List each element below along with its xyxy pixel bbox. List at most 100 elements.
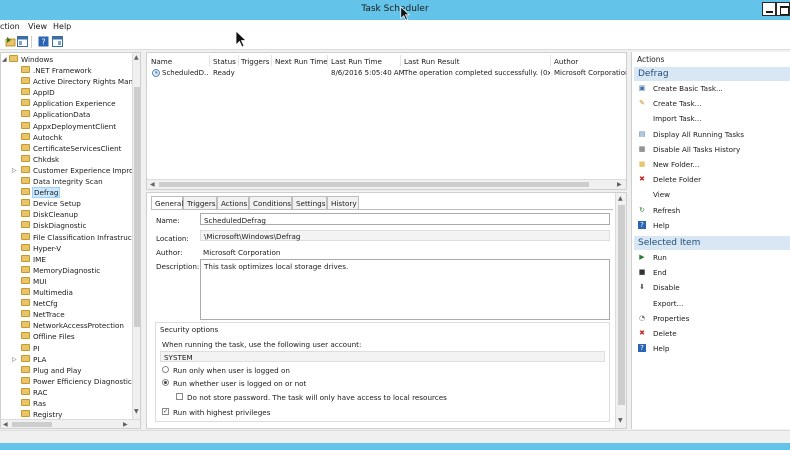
back-icon[interactable]: [5, 36, 16, 47]
run-highest-privileges-label[interactable]: Run with highest privileges: [173, 408, 270, 417]
tree-item[interactable]: Data Integrity Scan: [1, 176, 132, 187]
task-list-horizontal-scrollbar[interactable]: ◀ ▶: [147, 179, 626, 189]
menu-help[interactable]: Help: [53, 22, 71, 31]
action-item[interactable]: ▶ Run: [636, 251, 790, 264]
column-header-triggers[interactable]: Triggers: [241, 57, 270, 66]
scroll-up-arrow-icon[interactable]: ▲: [134, 54, 139, 61]
tab-conditions[interactable]: Conditions: [249, 196, 292, 209]
tab-settings[interactable]: Settings: [292, 196, 327, 209]
run-highest-privileges-checkbox[interactable]: ✓: [162, 408, 169, 415]
expand-arrow-icon[interactable]: ▷: [12, 167, 17, 174]
tree-item[interactable]: AppxDeploymentClient: [1, 121, 132, 132]
tab-triggers[interactable]: Triggers: [183, 196, 217, 209]
scroll-right-arrow-icon[interactable]: ▶: [123, 421, 128, 428]
action-item[interactable]: ⬇ Disable: [636, 281, 790, 294]
minimize-button[interactable]: [762, 2, 776, 16]
do-not-store-password-checkbox[interactable]: [176, 393, 183, 400]
run-only-logged-on-radio[interactable]: [162, 366, 169, 373]
tree-item[interactable]: NetworkAccessProtection: [1, 320, 132, 331]
tree-item[interactable]: NetTrace: [1, 309, 132, 320]
tab-history[interactable]: History: [327, 196, 359, 209]
tab-general[interactable]: General: [151, 196, 183, 210]
column-header-last-run-result[interactable]: Last Run Result: [404, 57, 460, 66]
action-item[interactable]: ? Help: [636, 342, 790, 355]
column-divider[interactable]: [238, 55, 239, 66]
scroll-left-arrow-icon[interactable]: ◀: [150, 181, 155, 188]
tree-item[interactable]: ▷ Customer Experience Improve: [1, 165, 132, 176]
tree-horizontal-scrollbar[interactable]: ◀ ▶: [1, 419, 140, 428]
action-item[interactable]: ◔ Properties: [636, 312, 790, 325]
tree-item[interactable]: ApplicationData: [1, 109, 132, 120]
scroll-up-arrow-icon[interactable]: ▲: [618, 195, 623, 202]
tree-item[interactable]: Offline Files: [1, 331, 132, 342]
action-item[interactable]: View: [636, 188, 790, 201]
action-item[interactable]: ? Help: [636, 219, 790, 232]
column-divider[interactable]: [271, 55, 272, 66]
tree-item[interactable]: AppID: [1, 87, 132, 98]
tree-item-root[interactable]: ◢ Windows: [1, 54, 132, 65]
tree-item[interactable]: PI: [1, 343, 132, 354]
scroll-left-arrow-icon[interactable]: ◀: [3, 421, 8, 428]
column-divider[interactable]: [209, 55, 210, 66]
tree-item[interactable]: Active Directory Rights Manag: [1, 76, 132, 87]
tree-item[interactable]: MemoryDiagnostic: [1, 265, 132, 276]
actions-section-defrag[interactable]: Defrag: [634, 67, 790, 81]
tree-item[interactable]: .NET Framework: [1, 65, 132, 76]
tree-item[interactable]: Ras: [1, 398, 132, 409]
maximize-button[interactable]: [776, 2, 790, 16]
name-field[interactable]: ScheduledDefrag: [200, 213, 610, 225]
scroll-down-arrow-icon[interactable]: ▼: [134, 408, 139, 415]
column-header-next-run-time[interactable]: Next Run Time: [275, 57, 328, 66]
tree-item[interactable]: CertificateServicesClient: [1, 143, 132, 154]
column-header-author[interactable]: Author: [554, 57, 578, 66]
help-icon[interactable]: ?: [38, 36, 49, 47]
actions-section-selected-item[interactable]: Selected Item: [634, 236, 790, 250]
tree-item[interactable]: Power Efficiency Diagnostics: [1, 376, 132, 387]
tree-item[interactable]: Chkdsk: [1, 154, 132, 165]
action-item[interactable]: ↻ Refresh: [636, 204, 790, 217]
show-hide-console-tree-icon[interactable]: [17, 36, 28, 47]
scroll-thumb[interactable]: [159, 182, 589, 187]
tree-item[interactable]: ▷ PLA: [1, 354, 132, 365]
tree-item[interactable]: Application Experience: [1, 98, 132, 109]
expand-arrow-icon[interactable]: ▷: [12, 356, 17, 363]
column-divider[interactable]: [550, 55, 551, 66]
tree-item[interactable]: IME: [1, 254, 132, 265]
column-header-name[interactable]: Name: [151, 57, 172, 66]
action-item[interactable]: ▣ Create Basic Task...: [636, 82, 790, 95]
run-only-logged-on-label[interactable]: Run only when user is logged on: [173, 366, 290, 375]
scroll-thumb[interactable]: [618, 205, 625, 405]
collapse-arrow-icon[interactable]: ◢: [2, 56, 7, 63]
tree-item[interactable]: Multimedia: [1, 287, 132, 298]
scroll-thumb[interactable]: [134, 87, 140, 327]
show-hide-action-pane-icon[interactable]: [52, 36, 63, 47]
run-whether-logged-on-radio[interactable]: [162, 379, 169, 386]
tree-item[interactable]: DiskDiagnostic: [1, 220, 132, 231]
menu-view[interactable]: View: [28, 22, 47, 31]
action-item[interactable]: Export...: [636, 297, 790, 310]
do-not-store-password-label[interactable]: Do not store password. The task will onl…: [187, 393, 447, 402]
action-item[interactable]: ▤ Display All Running Tasks: [636, 128, 790, 141]
table-row[interactable]: ScheduledD... Ready 8/6/2016 5:05:40 AM …: [147, 67, 626, 78]
tree-item[interactable]: Autochk: [1, 132, 132, 143]
tree-item[interactable]: DiskCleanup: [1, 209, 132, 220]
tree-item[interactable]: Hyper-V: [1, 243, 132, 254]
action-item[interactable]: ■ New Folder...: [636, 158, 790, 171]
tree-item[interactable]: Device Setup: [1, 198, 132, 209]
scroll-thumb[interactable]: [12, 422, 52, 427]
tab-actions[interactable]: Actions: [217, 196, 249, 209]
tree-vertical-scrollbar[interactable]: ▲ ▼: [132, 53, 140, 419]
tree-item[interactable]: RAC: [1, 387, 132, 398]
column-divider[interactable]: [400, 55, 401, 66]
action-item[interactable]: ✎ Create Task...: [636, 97, 790, 110]
tree-item[interactable]: Plug and Play: [1, 365, 132, 376]
column-divider[interactable]: [327, 55, 328, 66]
column-header-status[interactable]: Status: [213, 57, 236, 66]
tree-item[interactable]: File Classification Infrastructur: [1, 232, 132, 243]
action-item[interactable]: ✖ Delete Folder: [636, 173, 790, 186]
menu-action[interactable]: ction: [0, 22, 20, 31]
description-textarea[interactable]: This task optimizes local storage drives…: [200, 259, 610, 320]
column-header-last-run-time[interactable]: Last Run Time: [331, 57, 382, 66]
run-whether-logged-on-label[interactable]: Run whether user is logged on or not: [173, 379, 306, 388]
scroll-right-arrow-icon[interactable]: ▶: [617, 181, 622, 188]
